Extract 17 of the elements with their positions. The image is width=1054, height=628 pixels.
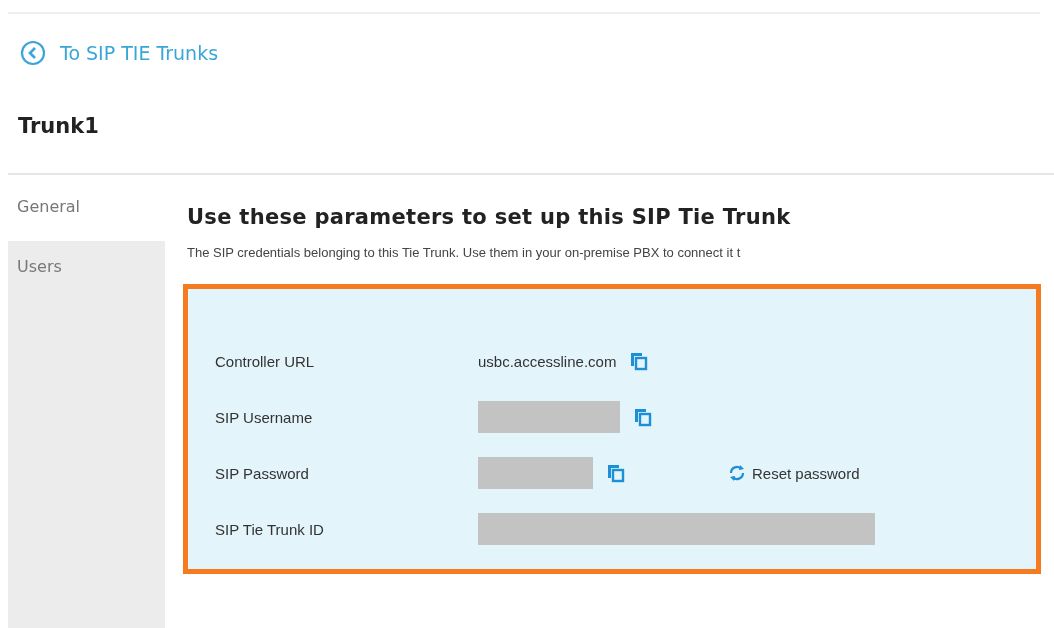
field-label: SIP Username [215,408,314,426]
sidebar-tab[interactable]: Users [8,241,165,293]
section-heading: Use these parameters to set up this SIP Tie Trunk [187,205,792,229]
field-label: SIP Tie Trunk ID [215,520,325,538]
sidebar-tab[interactable]: General [8,175,165,241]
refresh-icon [728,464,746,482]
section-description: The SIP credentials belonging to this Tie Trunk. Use them in your on-premise PBX to connect it t [187,245,742,260]
reset-password-button[interactable]: Reset password [728,464,860,482]
copy-icon[interactable] [630,351,649,371]
copy-icon[interactable] [607,463,625,483]
back-link[interactable]: To SIP TIE Trunks [20,40,219,66]
field-value: usbc.accessline.com [478,352,617,370]
back-icon [20,40,46,66]
copy-icon[interactable] [634,407,652,427]
field-label: Controller URL [215,352,316,370]
field-label: SIP Password [215,464,310,482]
page-title: Trunk1 [18,114,100,140]
